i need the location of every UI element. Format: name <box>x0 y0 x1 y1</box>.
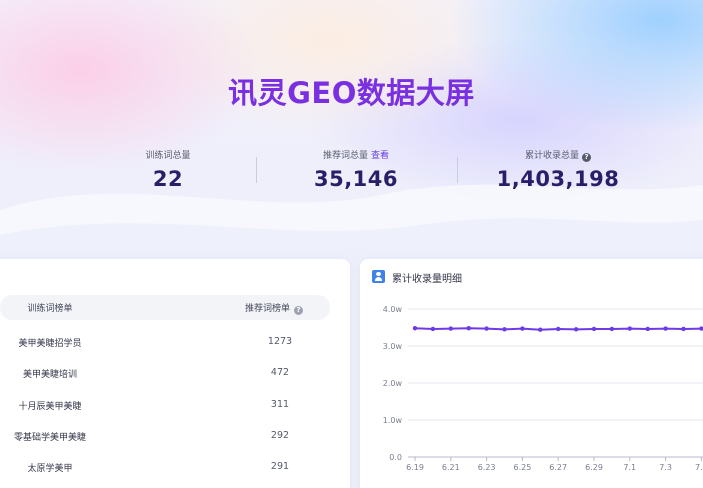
stat-label-text: 累计收录总量 <box>524 151 579 161</box>
data-point <box>645 326 650 332</box>
data-point <box>502 327 507 332</box>
indexed-detail-panel: 累计收录量明细 0.0 1.0w 2.0w 3.0w 4.0w 6.19 6.21 6.23 6… <box>360 259 703 488</box>
stat-recommended-words: 推荐词总量 查看 35,146 <box>286 150 426 191</box>
column-header-keyword: 训练词榜单 <box>27 304 73 314</box>
data-point <box>484 326 489 331</box>
data-point <box>430 326 436 332</box>
x-tick-label: 6.25 <box>513 463 531 472</box>
y-tick-label: 4.0w <box>383 305 403 314</box>
x-tick-label: 7.3 <box>659 463 672 472</box>
table-row[interactable]: 太原学美甲 291 <box>0 457 330 477</box>
stat-divider <box>457 157 458 183</box>
column-header-count: 推荐词榜单? <box>245 301 304 315</box>
stat-value: 1,403,198 <box>496 167 620 191</box>
x-tick-label: 6.21 <box>442 463 460 472</box>
contact-card-icon <box>372 270 385 283</box>
data-point <box>538 327 543 332</box>
row-keyword: 十月辰美甲美睫 <box>18 402 82 412</box>
data-point <box>699 326 703 331</box>
stat-training-words: 训练词总量 22 <box>98 150 238 191</box>
row-count: 292 <box>270 430 290 441</box>
view-link[interactable]: 查看 <box>371 151 389 161</box>
row-count: 1273 <box>267 336 293 347</box>
panel-title-text: 累计收录量明细 <box>392 274 462 285</box>
row-count: 291 <box>270 461 290 472</box>
y-tick-label: 3.0w <box>383 342 403 351</box>
data-point <box>663 326 668 331</box>
ranking-panel: 训练词榜单 推荐词榜单? 美甲美睫招学员 1273 美甲美睫培训 472 十月辰… <box>0 259 350 488</box>
data-point <box>466 326 471 331</box>
x-tick-label: 7.5 <box>695 463 703 472</box>
stat-value: 35,146 <box>313 167 399 191</box>
stat-label-text: 训练词总量 <box>145 151 191 161</box>
hero-banner <box>0 0 703 262</box>
data-point <box>412 326 418 331</box>
data-point <box>573 327 579 332</box>
row-count: 311 <box>270 399 290 410</box>
row-count: 472 <box>270 367 290 378</box>
ranking-table-header: 训练词榜单 推荐词榜单? <box>0 295 330 320</box>
row-keyword: 美甲美睫招学员 <box>18 339 82 349</box>
x-tick-label: 6.19 <box>406 463 424 472</box>
stat-label-text: 推荐词总量 <box>322 151 368 161</box>
table-row[interactable]: 零基础学美甲美睫 292 <box>0 426 330 446</box>
data-point <box>448 326 453 331</box>
table-row[interactable]: 美甲美睫培训 472 <box>0 363 330 383</box>
help-icon[interactable]: ? <box>582 153 591 162</box>
table-row[interactable]: 美甲美睫招学员 1273 <box>0 332 330 352</box>
table-row[interactable]: 十月辰美甲美睫 311 <box>0 395 330 415</box>
data-point <box>556 326 561 332</box>
help-icon[interactable]: ? <box>294 306 304 315</box>
data-point <box>609 326 615 332</box>
stat-label: 推荐词总量 查看 <box>286 150 426 163</box>
data-point <box>591 326 597 332</box>
x-tick-label: 6.27 <box>549 463 567 472</box>
y-tick-label: 2.0w <box>383 379 403 388</box>
page-title: 讯灵GEO数据大屏 <box>228 76 475 110</box>
x-tick-label: 6.29 <box>585 463 603 472</box>
x-tick-label: 7.1 <box>623 463 636 472</box>
row-keyword: 美甲美睫培训 <box>22 370 77 380</box>
stat-label: 累计收录总量? <box>478 150 638 163</box>
row-keyword: 零基础学美甲美睫 <box>13 433 86 443</box>
column-header-count-label: 推荐词榜单 <box>245 304 291 314</box>
stat-value: 22 <box>152 167 184 191</box>
data-point <box>520 326 525 331</box>
data-point <box>681 326 686 332</box>
x-tick-label: 6.23 <box>478 463 496 472</box>
indexed-line-chart[interactable]: 0.0 1.0w 2.0w 3.0w 4.0w 6.19 6.21 6.23 6.25 6.27 6… <box>360 289 703 474</box>
stat-label: 训练词总量 <box>98 150 238 163</box>
stat-divider <box>256 157 257 183</box>
row-keyword: 太原学美甲 <box>27 464 73 474</box>
data-point <box>627 326 632 331</box>
y-tick-label: 0.0 <box>389 453 402 462</box>
stat-total-indexed: 累计收录总量? 1,403,198 <box>478 150 638 191</box>
y-tick-label: 1.0w <box>383 416 403 425</box>
